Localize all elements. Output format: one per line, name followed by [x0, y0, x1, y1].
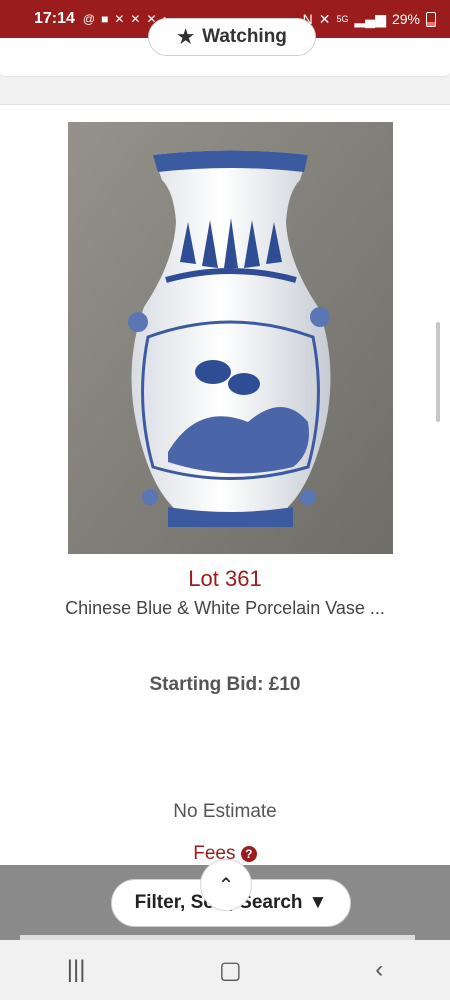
back-icon[interactable]: ‹	[375, 956, 383, 984]
lot-description[interactable]: Chinese Blue & White Porcelain Vase ...	[0, 598, 450, 619]
help-icon[interactable]: ?	[240, 845, 257, 862]
star-icon: ★	[177, 26, 195, 48]
signal-icon: ▂▄▆	[354, 10, 386, 27]
filter-bar: Filter, Sort, Search ▼ ⌃	[0, 859, 450, 940]
back-to-top-button[interactable]: ⌃	[200, 859, 252, 911]
mute-icon: ✕	[318, 10, 331, 27]
lot-card[interactable]: Lot 361 Chinese Blue & White Porcelain V…	[0, 104, 450, 867]
flag-icon: ✕	[130, 12, 141, 26]
threads-icon: @	[82, 12, 96, 26]
previous-lot-card: ★ Watching	[0, 18, 450, 77]
android-nav-bar: ||| ▢ ‹	[0, 940, 450, 1000]
lot-number[interactable]: Lot 361	[0, 566, 450, 592]
scrollbar[interactable]	[436, 322, 440, 422]
home-icon[interactable]: ▢	[219, 956, 242, 985]
message-icon: ■	[101, 12, 109, 26]
watching-button[interactable]: ★ Watching	[148, 18, 316, 56]
filter-icon: ▼	[308, 892, 328, 913]
chevron-up-icon: ⌃	[217, 874, 235, 897]
battery-icon	[426, 11, 436, 27]
network-indicator: 5G	[336, 14, 349, 24]
recent-apps-icon[interactable]: |||	[67, 956, 86, 984]
watching-label: Watching	[202, 26, 287, 47]
flag-icon: ✕	[114, 12, 125, 26]
status-time: 17:14	[34, 10, 75, 27]
lot-image[interactable]	[68, 122, 393, 554]
status-right: N ✕ 5G ▂▄▆ 29%	[303, 11, 436, 28]
battery-text: 29%	[391, 11, 420, 27]
starting-bid: Starting Bid: £10	[149, 674, 301, 695]
estimate: No Estimate	[173, 801, 277, 822]
